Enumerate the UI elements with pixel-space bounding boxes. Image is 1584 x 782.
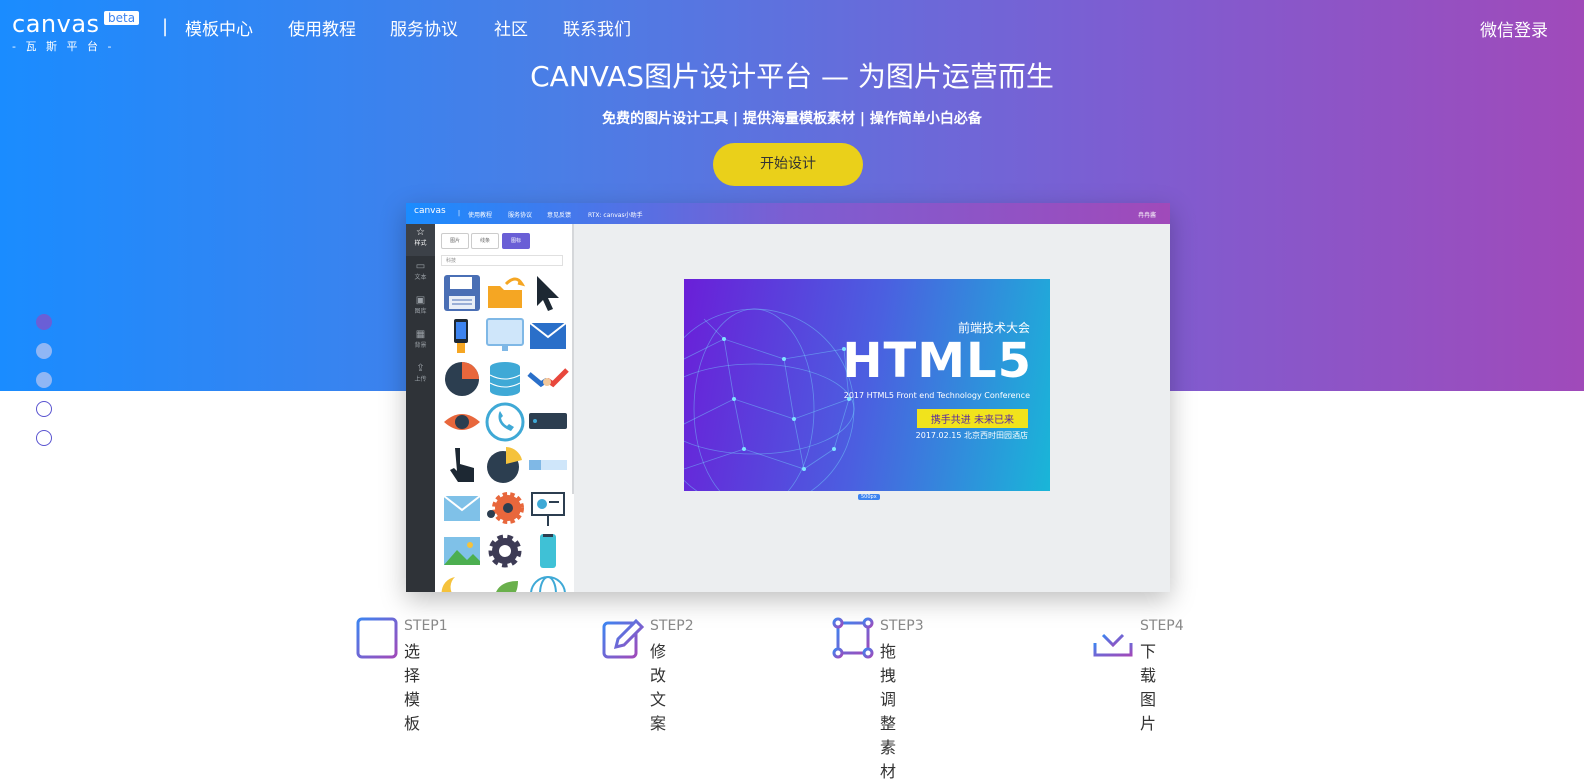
- globe-icon: [530, 576, 566, 592]
- image-icon: ▣: [415, 295, 426, 306]
- step-label: 选择模板: [404, 642, 421, 733]
- slider-dot-3[interactable]: [36, 372, 52, 388]
- eye-icon: [444, 414, 480, 430]
- pie-chart-icon: [445, 362, 479, 396]
- panel-tab-lines: 线条: [471, 233, 499, 249]
- slider-dot-2[interactable]: [36, 343, 52, 359]
- rail-item-gallery: ▣ 图库: [406, 292, 435, 324]
- editor-preview: canvas | 使用教程 服务协议 意见反馈 RTX: canvas小助手 冉…: [406, 203, 1170, 592]
- editor-nav-terms: 服务协议: [508, 212, 533, 219]
- router-icon: [529, 413, 567, 429]
- beta-badge: beta: [104, 11, 140, 25]
- editor-topbar: canvas | 使用教程 服务协议 意见反馈 RTX: canvas小助手 冉…: [406, 203, 1170, 224]
- editor-user: 冉冉酱: [1137, 212, 1156, 219]
- folder-icon: [488, 277, 526, 308]
- image-icon: [444, 537, 480, 565]
- step-number: STEP3: [880, 618, 924, 634]
- rail-item-upload: ⇪ 上传: [406, 360, 435, 392]
- editor-nav-feedback: 意见反馈: [547, 212, 572, 219]
- resize-icon: [832, 617, 874, 659]
- text-icon: ▭: [415, 261, 426, 272]
- panel-tab-images: 图片: [441, 233, 469, 249]
- rail-item-style: ☆ 样式: [406, 224, 435, 256]
- nav-separator: |: [162, 16, 169, 37]
- editor-asset-panel: 图片 线条 图标 科技: [435, 224, 574, 592]
- hand-pointer-icon: [450, 448, 474, 482]
- slider-dot-5[interactable]: [36, 430, 52, 446]
- wechat-login-link[interactable]: 微信登录: [1480, 16, 1548, 41]
- envelope-icon: [443, 495, 481, 521]
- rail-item-background: ▦ 背景: [406, 326, 435, 358]
- edit-pen-icon: [602, 618, 644, 659]
- banner-date-location: 2017.02.15 北京西时田园酒店: [915, 431, 1028, 440]
- monitor-icon: [486, 318, 524, 351]
- nav-item-community[interactable]: 社区: [494, 15, 528, 40]
- step-label: 拖拽调整素材: [880, 642, 897, 781]
- download-icon: [1093, 619, 1133, 657]
- rail-item-text: ▭ 文本: [406, 258, 435, 290]
- hero-title: CANVAS图片设计平台 — 为图片运营而生: [530, 60, 1054, 93]
- editor-nav-sep: |: [458, 210, 461, 217]
- banner-slogan: 携手共进 未来已来: [916, 409, 1028, 428]
- nav-item-terms[interactable]: 服务协议: [390, 15, 458, 40]
- nav-item-contact[interactable]: 联系我们: [563, 15, 631, 40]
- star-icon: ☆: [416, 227, 425, 238]
- nav-item-templates[interactable]: 模板中心: [185, 15, 253, 40]
- leaf-icon: [496, 581, 518, 592]
- list-icon: [356, 617, 398, 659]
- nav-item-tutorial[interactable]: 使用教程: [288, 15, 356, 40]
- handshake-icon: [527, 368, 569, 388]
- progress-bar-icon: [529, 460, 567, 470]
- step-label: 修改文案: [650, 642, 667, 733]
- slider-dot-1[interactable]: [36, 314, 52, 330]
- smartphone-icon: [540, 534, 556, 568]
- gear-orange-icon: [487, 492, 524, 524]
- cursor-icon: [537, 276, 559, 311]
- banner-html5-heading: HTML5: [842, 333, 1032, 389]
- banner-english-subtitle: 2017 HTML5 Front end Technology Conferen…: [843, 391, 1030, 400]
- category-select: 科技: [441, 255, 563, 266]
- step-number: STEP1: [404, 618, 448, 634]
- gear-icon: [488, 534, 522, 568]
- mail-icon: [529, 322, 567, 349]
- database-icon: [489, 362, 521, 396]
- floppy-disk-icon: [444, 275, 480, 311]
- html5-banner: 前端技术大会 HTML5 2017 HTML5 Front end Techno…: [684, 279, 1050, 491]
- editor-nav-rtx: RTX: canvas小助手: [588, 212, 643, 219]
- phone-hand-icon: [454, 319, 468, 353]
- moon-icon: [441, 577, 455, 592]
- logo-wordmark: canvas: [12, 10, 100, 38]
- start-design-button[interactable]: 开始设计: [713, 143, 863, 186]
- top-nav: canvas beta - 瓦 斯 平 台 - | 模板中心 使用教程 服务协议…: [0, 0, 1584, 54]
- pattern-icon: ▦: [415, 329, 426, 340]
- upload-icon: ⇪: [416, 363, 425, 374]
- logo-subtitle: - 瓦 斯 平 台 -: [12, 40, 115, 53]
- step-label: 下载图片: [1140, 642, 1157, 733]
- telephone-icon: [485, 402, 525, 442]
- editor-rail: ☆ 样式 ▭ 文本 ▣ 图库 ▦ 背景 ⇪ 上传: [406, 224, 435, 592]
- editor-nav-tutorial: 使用教程: [468, 212, 493, 219]
- editor-logo: canvas: [414, 206, 446, 216]
- hero-subtitle: 免费的图片设计工具 | 提供海量模板素材 | 操作简单小白必备: [602, 111, 982, 127]
- canvas-size-tag: 500px: [858, 494, 880, 500]
- logo[interactable]: canvas beta - 瓦 斯 平 台 -: [12, 8, 152, 53]
- editor-canvas: 前端技术大会 HTML5 2017 HTML5 Front end Techno…: [574, 224, 1170, 592]
- step-number: STEP2: [650, 618, 694, 634]
- step-number: STEP4: [1140, 618, 1184, 634]
- panel-tab-icons: 图标: [502, 233, 530, 249]
- slider-dot-4[interactable]: [36, 401, 52, 417]
- chart-icon: [487, 447, 522, 483]
- presentation-icon: [531, 492, 565, 526]
